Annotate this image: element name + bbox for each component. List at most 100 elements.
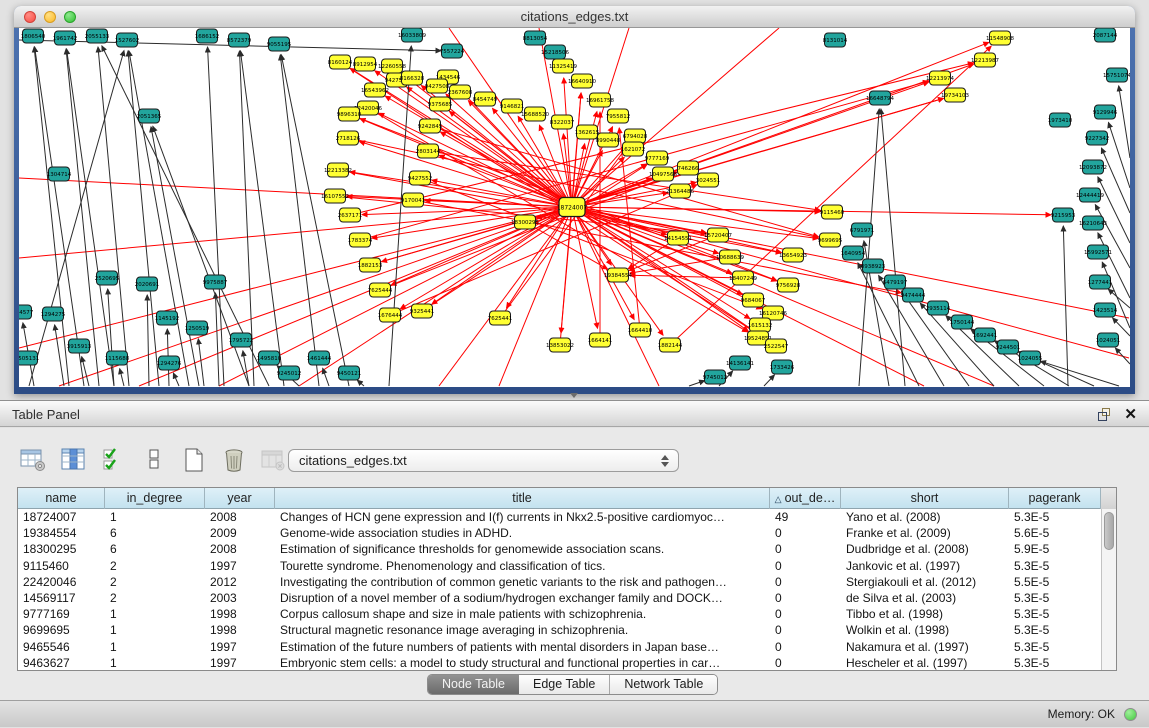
graph-node[interactable]: 1664410	[628, 323, 653, 337]
column-header-year[interactable]: year	[205, 488, 275, 509]
node-attribute-table[interactable]: namein_degreeyeartitle△out_de…shortpager…	[17, 487, 1117, 671]
table-row[interactable]: 1456911722003Disruption of a novel membe…	[18, 590, 1101, 606]
graph-node[interactable]: 8938923	[861, 259, 886, 273]
table-row[interactable]: 1872400712008Changes of HCN gene express…	[18, 509, 1101, 525]
graph-node[interactable]: 2935114	[926, 301, 951, 315]
graph-node[interactable]: 7955812	[606, 109, 631, 123]
new-table-button[interactable]	[180, 447, 207, 473]
table-row[interactable]: 1938455462009Genome-wide association stu…	[18, 525, 1101, 541]
cell-out_de[interactable]: 0	[770, 655, 841, 670]
graph-node[interactable]: 13853022	[546, 338, 574, 352]
cell-pagerank[interactable]: 5.5E-5	[1009, 574, 1101, 590]
graph-node[interactable]: 8912954	[353, 57, 378, 71]
graph-node[interactable]: 16648794	[866, 91, 894, 105]
cell-out_de[interactable]: 0	[770, 558, 841, 574]
graph-node[interactable]: 19734103	[941, 88, 969, 102]
graph-node[interactable]: 2055133	[85, 29, 110, 43]
graph-node[interactable]: 16107552	[321, 189, 349, 203]
cell-title[interactable]: Changes of HCN gene expression and I(f) …	[275, 509, 770, 525]
graph-node[interactable]: 1115688	[105, 351, 130, 365]
graph-node[interactable]: 9450121	[337, 366, 362, 380]
graph-node[interactable]: 9699695	[818, 233, 843, 247]
graph-node[interactable]: 1277441	[1088, 275, 1113, 289]
cell-in_degree[interactable]: 2	[105, 590, 205, 606]
graph-node[interactable]: 9474444	[901, 288, 926, 302]
column-header-in_degree[interactable]: in_degree	[105, 488, 205, 509]
column-header-short[interactable]: short	[841, 488, 1009, 509]
graph-node[interactable]: 1621072	[621, 142, 646, 156]
graph-node[interactable]: 12213974	[926, 71, 954, 85]
graph-node[interactable]: 1362615	[575, 125, 600, 139]
graph-node[interactable]: 1527602	[115, 33, 140, 47]
graph-node[interactable]: 12260558	[378, 59, 406, 73]
graph-node[interactable]: 14154551	[664, 231, 692, 245]
cell-year[interactable]: 1997	[205, 639, 275, 655]
cell-name[interactable]: 18300295	[18, 541, 105, 557]
graph-hub-node[interactable]: 18724007	[557, 198, 588, 217]
cell-in_degree[interactable]: 2	[105, 558, 205, 574]
cell-year[interactable]: 1998	[205, 606, 275, 622]
cell-pagerank[interactable]: 5.3E-5	[1009, 590, 1101, 606]
cell-pagerank[interactable]: 5.3E-5	[1009, 639, 1101, 655]
graph-node[interactable]: 1640954	[841, 246, 866, 260]
rows-button[interactable]	[140, 447, 167, 473]
cell-year[interactable]: 2003	[205, 590, 275, 606]
cell-year[interactable]: 2009	[205, 525, 275, 541]
graph-node[interactable]: 1495810	[257, 351, 282, 365]
graph-node[interactable]: 1461444	[307, 351, 332, 365]
cell-pagerank[interactable]: 5.9E-5	[1009, 541, 1101, 557]
graph-node[interactable]: 19384554	[604, 268, 632, 282]
graph-node[interactable]: 15720407	[704, 228, 732, 242]
graph-node[interactable]: 10688639	[716, 250, 744, 264]
cell-out_de[interactable]: 0	[770, 525, 841, 541]
graph-node[interactable]: 2020691	[135, 277, 160, 291]
graph-node[interactable]: 1795722	[229, 333, 254, 347]
table-row[interactable]: 2242004622012Investigating the contribut…	[18, 574, 1101, 590]
cell-name[interactable]: 18724007	[18, 509, 105, 525]
graph-node[interactable]: 9427552	[408, 171, 433, 185]
cell-title[interactable]: Embryonic stem cells: a model to study s…	[275, 655, 770, 670]
cell-name[interactable]: 19384554	[18, 525, 105, 541]
cell-out_de[interactable]: 0	[770, 541, 841, 557]
cell-pagerank[interactable]: 5.3E-5	[1009, 509, 1101, 525]
graph-node[interactable]: 9427508	[425, 79, 450, 93]
graph-node[interactable]: 11325419	[549, 59, 577, 73]
cell-title[interactable]: Corpus callosum shape and size in male p…	[275, 606, 770, 622]
vertical-scrollbar[interactable]	[1101, 509, 1116, 670]
cell-in_degree[interactable]: 1	[105, 622, 205, 638]
graph-node[interactable]: 9975887	[203, 275, 228, 289]
graph-node[interactable]: 8160124	[328, 55, 353, 69]
cell-short[interactable]: Stergiakouli et al. (2012)	[841, 574, 1009, 590]
close-panel-icon[interactable]: ✕	[1124, 405, 1137, 424]
graph-node[interactable]: 12093872	[1079, 160, 1107, 174]
graph-node[interactable]: 9684067	[741, 293, 766, 307]
select-columns-button[interactable]	[100, 447, 127, 473]
graph-node[interactable]: 6791971	[850, 223, 875, 237]
column-header-pagerank[interactable]: pagerank	[1009, 488, 1101, 509]
column-header-title[interactable]: title	[275, 488, 770, 509]
graph-node[interactable]: 1733426	[770, 360, 795, 374]
graph-node[interactable]: 1676444	[378, 308, 403, 322]
graph-node[interactable]: 9146821	[500, 99, 525, 113]
graph-node[interactable]: 18300295	[511, 215, 539, 229]
cell-in_degree[interactable]: 1	[105, 606, 205, 622]
graph-node[interactable]: 16210643	[1079, 216, 1107, 230]
graph-node[interactable]: 12444419	[1076, 188, 1104, 202]
graph-node[interactable]: 7557224	[440, 44, 465, 58]
graph-node[interactable]: 8454749	[473, 92, 498, 106]
cell-year[interactable]: 1997	[205, 558, 275, 574]
window-titlebar[interactable]: citations_edges.txt	[14, 6, 1135, 28]
cell-out_de[interactable]: 49	[770, 509, 841, 525]
network-canvas[interactable]: 8160124 8912954 12260558 9427503 1654396…	[19, 28, 1130, 387]
graph-node[interactable]: 1973410	[1048, 113, 1073, 127]
table-row[interactable]: 946554611997Estimation of the future num…	[18, 639, 1101, 655]
graph-node[interactable]: 1294275	[41, 307, 66, 321]
graph-node[interactable]: 1024055	[1018, 351, 1043, 365]
cell-pagerank[interactable]: 5.6E-5	[1009, 525, 1101, 541]
cell-pagerank[interactable]: 5.3E-5	[1009, 622, 1101, 638]
panel-divider-handle[interactable]	[570, 393, 578, 398]
graph-node[interactable]: 16640910	[568, 74, 596, 88]
graph-node[interactable]: 8322037	[550, 115, 575, 129]
cell-short[interactable]: Hescheler et al. (1997)	[841, 655, 1009, 670]
cell-in_degree[interactable]: 6	[105, 541, 205, 557]
